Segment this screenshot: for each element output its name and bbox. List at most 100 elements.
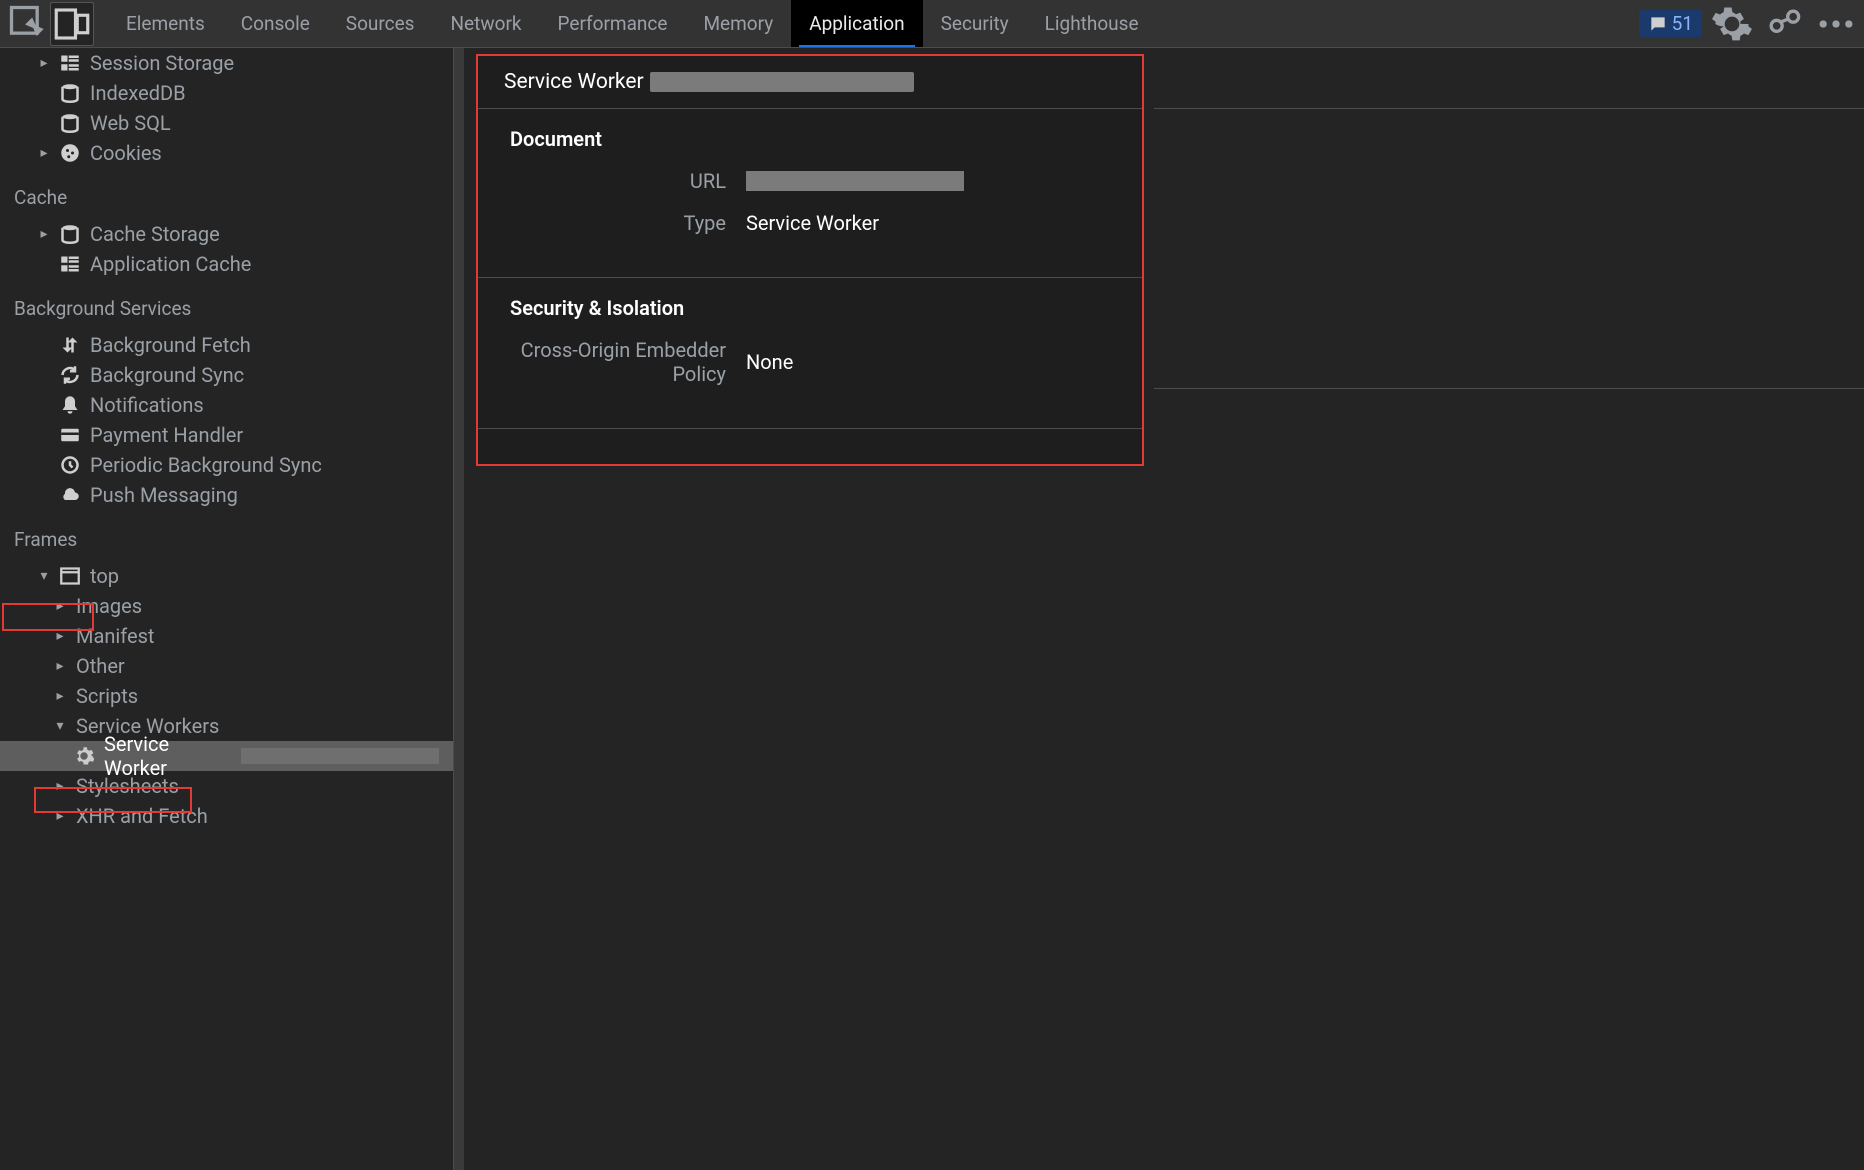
sidebar-item-label: Session Storage	[90, 51, 234, 75]
panel-tabs: Elements Console Sources Network Perform…	[108, 0, 1157, 47]
divider	[1154, 388, 1864, 389]
sidebar-section-frames: Frames	[0, 510, 453, 561]
tab-sources[interactable]: Sources	[328, 0, 433, 47]
sidebar-item-background-sync[interactable]: Background Sync	[0, 360, 453, 390]
expand-spacer	[38, 256, 50, 272]
sidebar-item-service-worker-detail[interactable]: Service Worker	[0, 741, 453, 771]
expand-triangle-icon: ▸	[54, 778, 66, 794]
tab-lighthouse[interactable]: Lighthouse	[1027, 0, 1157, 47]
sidebar-item-label: Scripts	[76, 684, 138, 708]
sidebar-item-notifications[interactable]: Notifications	[0, 390, 453, 420]
sidebar-item-session-storage[interactable]: ▸ Session Storage	[0, 48, 453, 78]
panel-header: Service Worker	[478, 56, 1142, 109]
application-sidebar: ▸ Session Storage IndexedDB Web SQL ▸ Co…	[0, 48, 454, 1170]
sidebar-item-label: Background Fetch	[90, 333, 251, 357]
service-worker-panel: Service Worker Document URL Type Service…	[478, 56, 1142, 464]
main-area: ▸ Session Storage IndexedDB Web SQL ▸ Co…	[0, 48, 1864, 1170]
sidebar-item-label: Cookies	[90, 141, 162, 165]
expand-triangle-icon: ▸	[54, 598, 66, 614]
sidebar-item-label: top	[90, 564, 119, 588]
sidebar-item-periodic-background-sync[interactable]: Periodic Background Sync	[0, 450, 453, 480]
expand-triangle-icon: ▸	[38, 55, 50, 71]
collapse-triangle-icon: ▾	[38, 568, 50, 584]
expand-spacer	[38, 367, 50, 383]
devtools-toolbar: Elements Console Sources Network Perform…	[0, 0, 1864, 48]
panel-title: Service Worker	[504, 70, 644, 94]
divider	[1154, 108, 1864, 109]
sidebar-item-label: Images	[76, 594, 142, 618]
toggle-device-toolbar-button[interactable]	[50, 2, 94, 46]
redacted-text	[650, 72, 914, 92]
database-icon	[60, 113, 80, 133]
expand-triangle-icon: ▸	[54, 628, 66, 644]
tab-performance[interactable]: Performance	[540, 0, 686, 47]
expand-spacer	[38, 337, 50, 353]
sidebar-item-background-fetch[interactable]: Background Fetch	[0, 330, 453, 360]
settings-button[interactable]	[1710, 2, 1754, 46]
sidebar-item-label: Manifest	[76, 624, 154, 648]
sidebar-item-images[interactable]: ▸ Images	[0, 591, 453, 621]
sidebar-item-label: Stylesheets	[76, 774, 179, 798]
sidebar-item-label: Notifications	[90, 393, 204, 417]
database-icon	[60, 224, 80, 244]
more-menu-button[interactable]	[1814, 2, 1858, 46]
tab-network[interactable]: Network	[432, 0, 539, 47]
message-icon	[1648, 14, 1668, 34]
document-section: Document URL Type Service Worker	[478, 109, 1142, 278]
redacted-url	[746, 171, 964, 191]
sidebar-item-cache-storage[interactable]: ▸ Cache Storage	[0, 219, 453, 249]
type-row: Type Service Worker	[510, 211, 1110, 235]
tab-security[interactable]: Security	[923, 0, 1027, 47]
sidebar-item-cookies[interactable]: ▸ Cookies	[0, 138, 453, 168]
url-label: URL	[510, 169, 726, 193]
expand-triangle-icon: ▸	[54, 658, 66, 674]
type-value: Service Worker	[746, 211, 879, 235]
inspect-element-button[interactable]	[6, 2, 50, 46]
expand-triangle-icon: ▸	[54, 688, 66, 704]
coep-value: None	[746, 350, 793, 374]
security-section: Security & Isolation Cross-Origin Embedd…	[478, 278, 1142, 428]
sidebar-item-label: Background Sync	[90, 363, 244, 387]
sidebar-section-background-services: Background Services	[0, 279, 453, 330]
coep-label: Cross-Origin Embedder Policy	[510, 338, 726, 386]
sidebar-item-xhr-fetch[interactable]: ▸ XHR and Fetch	[0, 801, 453, 831]
sidebar-item-indexeddb[interactable]: IndexedDB	[0, 78, 453, 108]
session-storage-icon	[60, 53, 80, 73]
devices-button[interactable]	[1762, 2, 1806, 46]
expand-spacer	[38, 457, 50, 473]
redacted-text	[241, 748, 439, 764]
security-section-title: Security & Isolation	[510, 296, 1110, 320]
sidebar-item-label: XHR and Fetch	[76, 804, 208, 828]
sidebar-item-push-messaging[interactable]: Push Messaging	[0, 480, 453, 510]
url-row: URL	[510, 169, 1110, 193]
tab-application[interactable]: Application	[791, 0, 922, 47]
sidebar-item-scripts[interactable]: ▸ Scripts	[0, 681, 453, 711]
sidebar-item-top-frame[interactable]: ▾ top	[0, 561, 453, 591]
tab-elements[interactable]: Elements	[108, 0, 223, 47]
collapse-triangle-icon: ▾	[54, 718, 66, 734]
console-error-badge[interactable]: 51	[1639, 10, 1702, 37]
sidebar-item-label: Payment Handler	[90, 423, 243, 447]
tab-memory[interactable]: Memory	[685, 0, 791, 47]
credit-card-icon	[60, 425, 80, 445]
sidebar-item-label: Other	[76, 654, 125, 678]
sidebar-splitter[interactable]	[454, 48, 464, 1170]
transfer-icon	[60, 335, 80, 355]
type-label: Type	[510, 211, 726, 235]
panel-footer-spacer	[478, 428, 1142, 464]
sync-icon	[60, 365, 80, 385]
sidebar-item-label: Application Cache	[90, 252, 251, 276]
database-icon	[60, 83, 80, 103]
sidebar-item-manifest[interactable]: ▸ Manifest	[0, 621, 453, 651]
sidebar-item-other[interactable]: ▸ Other	[0, 651, 453, 681]
sidebar-section-cache: Cache	[0, 168, 453, 219]
expand-triangle-icon: ▸	[54, 808, 66, 824]
expand-spacer	[38, 115, 50, 131]
sidebar-item-payment-handler[interactable]: Payment Handler	[0, 420, 453, 450]
tab-console[interactable]: Console	[223, 0, 328, 47]
sidebar-item-websql[interactable]: Web SQL	[0, 108, 453, 138]
sidebar-item-label: IndexedDB	[90, 81, 186, 105]
sidebar-item-application-cache[interactable]: Application Cache	[0, 249, 453, 279]
sidebar-item-label: Periodic Background Sync	[90, 453, 322, 477]
expand-spacer	[38, 85, 50, 101]
